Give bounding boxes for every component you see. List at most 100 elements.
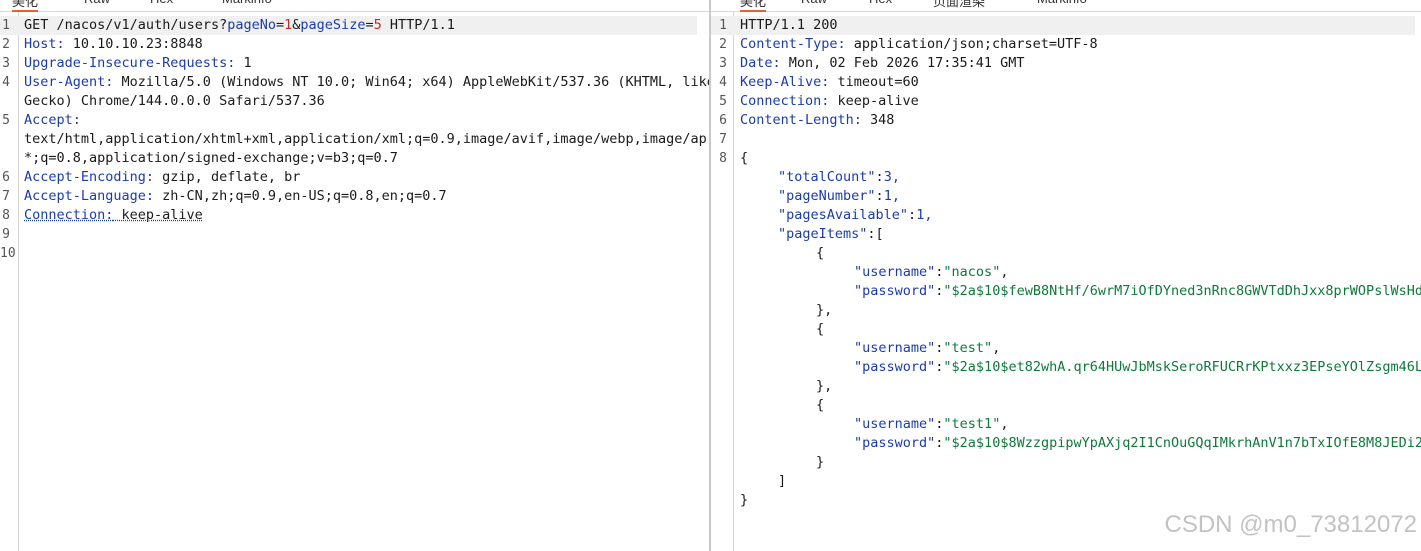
empty-line: 7 [711,130,1421,149]
line-number: 9 [2,227,10,242]
request-header-continuation: *;q=0.8,application/signed-exchange;v=b3… [0,149,709,168]
request-header-line: 6 Accept-Encoding: gzip, deflate, br [0,168,709,187]
header-value-continuation: text/html,application/xhtml+xml,applicat… [24,131,709,147]
param-name: pageNo [227,17,276,33]
tab-response-pretty[interactable]: 美化 [740,0,767,12]
json-key: "pagesAvailable" [778,207,909,223]
line-number: 7 [2,189,10,204]
json-line: "username":"test", [854,340,1001,356]
response-header-line: 2 Content-Type: application/json;charset… [711,35,1421,54]
response-header-line: 4 Keep-Alive: timeout=60 [711,73,1421,92]
tab-request-markinfo[interactable]: Markinfo [222,0,272,10]
json-value: 3, [883,169,900,185]
json-line: { [816,245,825,261]
response-header-line: 6 Content-Length: 348 [711,111,1421,130]
header-key: Content-Length: [740,112,862,128]
tab-response-render[interactable]: 页面渲染 [933,0,985,10]
header-value: gzip, deflate, br [154,169,301,185]
request-tabbar: 美化 Raw Hex Markinfo ⌕ [0,0,709,12]
empty-line: 10 [0,244,709,263]
header-value: keep-alive [113,207,203,223]
json-line: }, [816,302,833,318]
json-bracket: ] [778,473,787,489]
header-key: Accept-Language: [24,188,155,204]
json-line: "password":"$2a$10$et82whA.qr64HUwJbMskS… [711,358,1421,377]
header-value-continuation: *;q=0.8,application/signed-exchange;v=b3… [24,150,398,166]
header-key: Upgrade-Insecure-Requests: [24,55,236,71]
line-number: 5 [2,113,10,128]
request-line-text: GET /nacos/v1/auth/users?pageNo=1&pageSi… [24,17,455,33]
json-value: "$2a$10$fewB8NtHf/6wrM7iOfDYned3nRnc8GWV… [943,283,1421,299]
json-line: "totalCount":3, [778,169,900,185]
json-key: "password" [854,435,936,451]
header-value: 1 [235,55,252,71]
tab-response-markinfo[interactable]: Markinfo [1037,0,1087,10]
tab-response-hex[interactable]: Hex [869,0,892,10]
json-line: } [711,491,1421,510]
response-header-line: 5 Connection: keep-alive [711,92,1421,111]
request-line: 1 GET /nacos/v1/auth/users?pageNo=1&page… [0,16,697,35]
header-value: application/json;charset=UTF-8 [845,36,1098,52]
tab-request-hex[interactable]: Hex [150,0,173,10]
json-line: { [816,321,825,337]
json-brace: { [740,150,749,166]
header-key: Host: [24,36,65,52]
json-value: "$2a$10$8WzzgpipwYpAXjq2I1CnOuGQqIMkrhAn… [943,435,1421,451]
json-line: "username":"nacos", [854,264,1009,280]
json-line: { [816,397,825,413]
line-number: 4 [719,75,727,90]
json-line: "password":"$2a$10$fewB8NtHf/6wrM7iOfDYn… [711,282,1421,301]
header-key: Accept: [24,112,81,128]
empty-line: 9 [0,225,709,244]
json-key: "username" [854,340,936,356]
http-version: HTTP/1.1 [389,17,455,33]
json-key: "password" [854,359,936,375]
header-key: Connection: [740,93,830,109]
json-line: "username":"test1", [854,416,1009,432]
json-line: "pageItems":[ [778,226,884,242]
header-value: timeout=60 [829,74,919,90]
header-value: zh-CN,zh;q=0.9,en-US;q=0.8,en;q=0.7 [154,188,447,204]
json-value: "test1" [943,416,1001,432]
json-line: } [816,454,825,470]
line-number: 6 [719,113,727,128]
header-key: Date: [740,55,781,71]
tab-response-raw[interactable]: Raw [801,0,827,10]
line-number: 7 [719,132,727,147]
header-key: Keep-Alive: [740,74,830,90]
json-value: "nacos" [943,264,1001,280]
line-number: 4 [2,75,10,90]
request-editor[interactable]: 1 GET /nacos/v1/auth/users?pageNo=1&page… [0,16,709,263]
json-line: 8 { [711,149,1421,168]
json-key: "pageItems" [778,226,868,242]
line-number: 1 [719,18,727,33]
request-header-line: 4 User-Agent: Mozilla/5.0 (Windows NT 10… [0,73,709,92]
json-brace: } [740,492,749,508]
header-value: 348 [861,112,895,128]
request-pane: 美化 Raw Hex Markinfo ⌕ 1 GET /nacos/v1/au… [0,0,709,551]
json-key: "totalCount" [778,169,876,185]
request-header-line: 2 Host: 10.10.10.23:8848 [0,35,709,54]
header-key: User-Agent: [24,74,114,90]
tab-request-pretty[interactable]: 美化 [12,0,39,12]
request-header-line: 5 Accept: [0,111,709,130]
param-value: 5 [373,17,382,33]
response-header-line: 3 Date: Mon, 02 Feb 2026 17:35:41 GMT [711,54,1421,73]
tab-request-raw[interactable]: Raw [84,0,110,10]
header-value: keep-alive [829,93,919,109]
json-bracket: [ [875,226,884,242]
line-number: 5 [719,94,727,109]
json-key: "password" [854,283,936,299]
request-header-line: 8 Connection: keep-alive [0,206,709,225]
request-path: /nacos/v1/auth/users? [56,17,228,33]
header-value-continuation: Gecko) Chrome/144.0.0.0 Safari/537.36 [24,93,325,109]
json-line: ] [711,472,1421,491]
status-line: 1 HTTP/1.1 200 [711,16,1415,35]
http-method: GET [24,17,49,33]
header-key: Accept-Encoding: [24,169,155,185]
response-tabbar: 美化 Raw Hex 页面渲染 Markinfo [711,0,1421,12]
response-editor[interactable]: 1 HTTP/1.1 200 2 Content-Type: applicati… [711,16,1421,510]
json-key: "pageNumber" [778,188,876,204]
response-pane: 美化 Raw Hex 页面渲染 Markinfo 1 HTTP/1.1 200 … [711,0,1421,551]
line-number: 3 [719,56,727,71]
